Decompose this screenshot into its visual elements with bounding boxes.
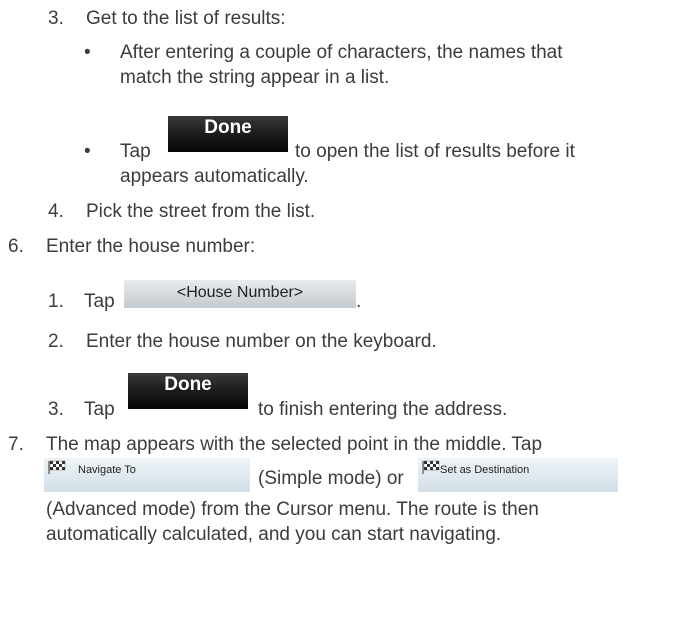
sub-1-after: . — [356, 291, 362, 312]
step-6-number: 6. — [8, 236, 24, 257]
step-7-number: 7. — [8, 434, 24, 455]
bullet-2-mark: • — [84, 141, 91, 162]
done-button-2[interactable]: Done — [128, 373, 248, 409]
sub-3-tap: Tap — [84, 399, 115, 420]
set-as-destination-label: Set as Destination — [440, 464, 530, 476]
bullet-2-tap: Tap — [120, 141, 151, 162]
sub-1-number: 1. — [48, 291, 64, 312]
step-4-number: 4. — [48, 201, 64, 222]
bullet-2-line-2: appears automatically. — [120, 166, 309, 187]
step-7-line-4: automatically calculated, and you can st… — [46, 524, 502, 545]
step-3-number: 3. — [48, 8, 64, 29]
bullet-1-mark: • — [84, 42, 91, 63]
sub-2-number: 2. — [48, 331, 64, 352]
step-7-simple: (Simple mode) or — [258, 468, 404, 489]
navigate-to-button[interactable]: Navigate To — [44, 458, 250, 492]
set-as-destination-button[interactable]: Set as Destination — [418, 458, 618, 492]
step-7-line-3: (Advanced mode) from the Cursor menu. Th… — [46, 499, 539, 520]
house-number-button[interactable]: <House Number> — [124, 280, 356, 308]
sub-3-number: 3. — [48, 399, 64, 420]
step-4-text: Pick the street from the list. — [86, 201, 316, 222]
checkered-flag-icon — [422, 460, 440, 474]
sub-1-tap: Tap — [84, 291, 115, 312]
sub-2-text: Enter the house number on the keyboard. — [86, 331, 437, 352]
bullet-1-line-1: After entering a couple of characters, t… — [120, 42, 563, 63]
step-7-line-1: The map appears with the selected point … — [46, 434, 543, 455]
checkered-flag-icon — [48, 460, 66, 474]
sub-3-after: to finish entering the address. — [258, 399, 508, 420]
step-6-text: Enter the house number: — [46, 236, 256, 257]
done-button[interactable]: Done — [168, 116, 288, 152]
step-3-text: Get to the list of results: — [86, 8, 286, 29]
bullet-2-after: to open the list of results before it — [295, 141, 575, 162]
navigate-to-label: Navigate To — [78, 464, 136, 476]
bullet-1-line-2: match the string appear in a list. — [120, 67, 390, 88]
